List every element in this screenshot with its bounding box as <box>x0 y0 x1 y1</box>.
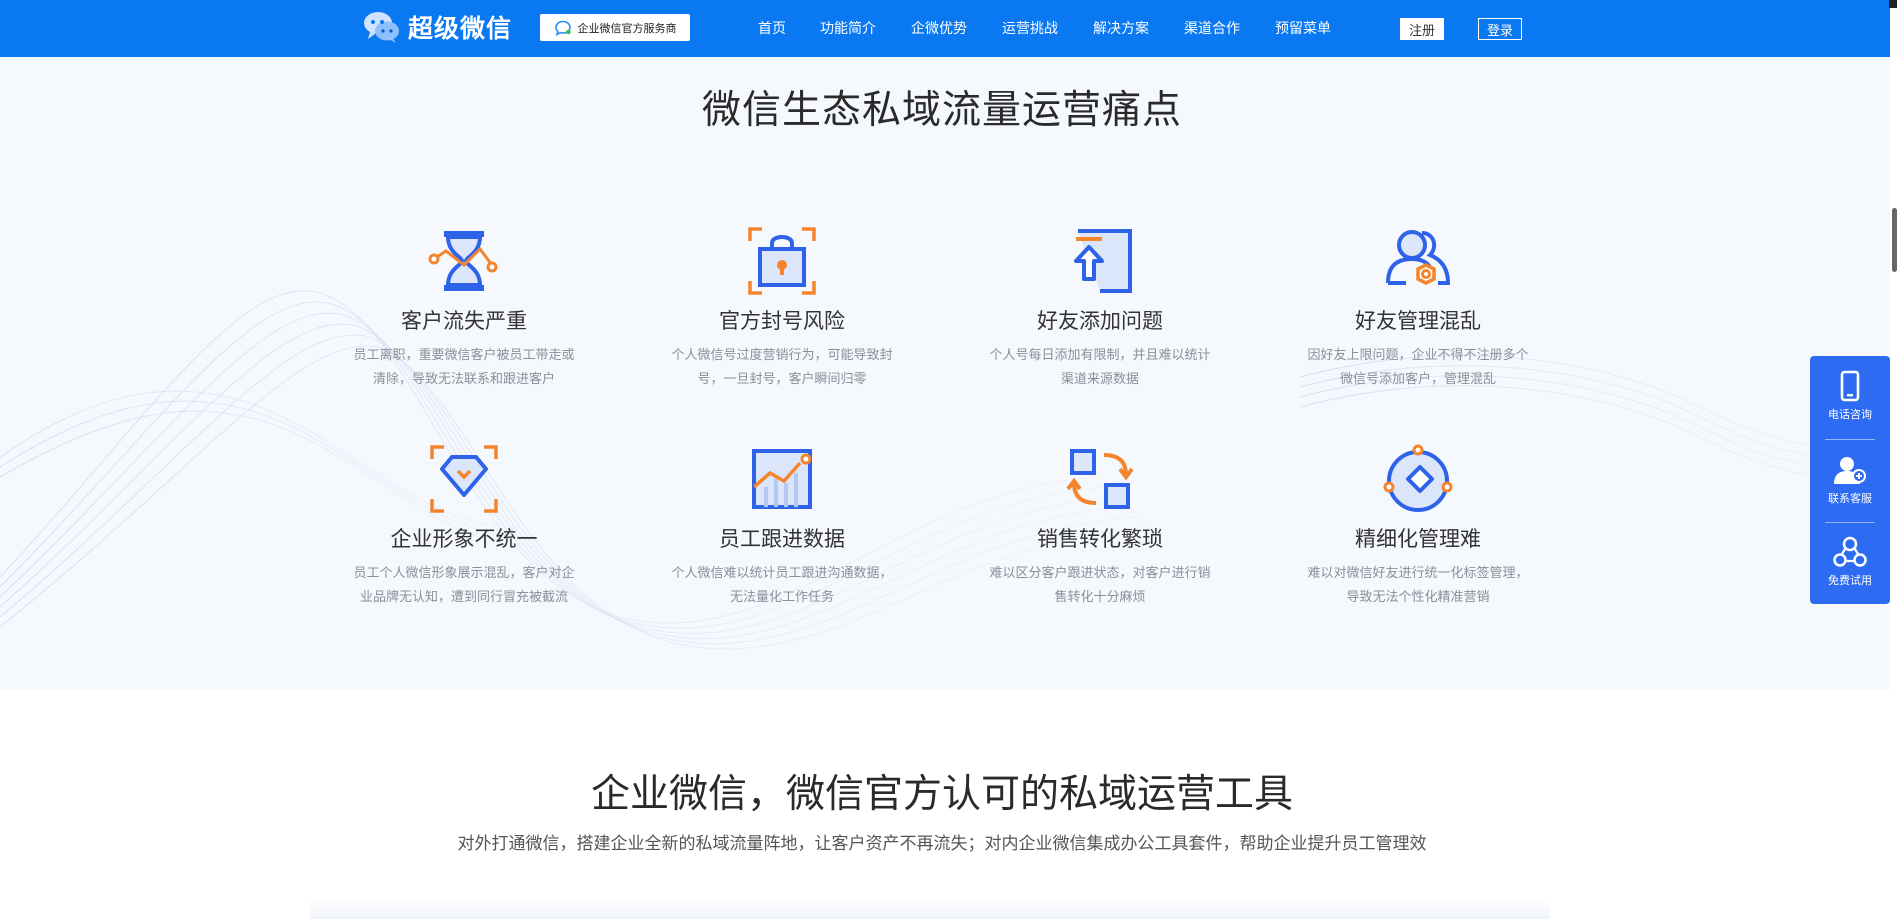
desc-line: 员工离职，重要微信客户被员工带走或 <box>353 348 575 363</box>
chart-icon <box>752 449 812 509</box>
group-icon <box>1833 536 1867 567</box>
pain-name: 精细化管理难 <box>1355 527 1481 551</box>
official-tool-title: 企业微信，微信官方认可的私域运营工具 <box>590 772 1293 817</box>
float-label: 免费试用 <box>1828 574 1872 587</box>
desc-line: 微信号添加客户，管理混乱 <box>1339 372 1496 387</box>
pain-card-add-friend: 好友添加问题 个人号每日添加有限制，并且难以统计 渠道来源数据 <box>970 225 1230 392</box>
official-tool-subtitle: 对外打通微信，搭建企业全新的私域流量阵地，让客户资产不再流失；对内企业微信集成办… <box>457 834 1427 854</box>
float-divider <box>1825 522 1875 523</box>
phone-icon <box>1840 370 1860 402</box>
nav-home[interactable]: 首页 <box>758 18 786 38</box>
convert-icon <box>1066 449 1134 509</box>
brand-logo[interactable]: 超级微信 <box>362 9 512 45</box>
register-button[interactable]: 注册 <box>1400 18 1444 40</box>
nav-features[interactable]: 功能简介 <box>820 18 876 38</box>
lock-icon <box>748 227 816 295</box>
scroll-corner <box>1889 0 1897 8</box>
contact-support-button[interactable]: 联系客服 <box>1810 454 1890 506</box>
content-fade <box>310 899 1550 919</box>
login-button[interactable]: 登录 <box>1478 18 1522 40</box>
float-label: 联系客服 <box>1828 492 1872 505</box>
pain-card-ban-risk: 官方封号风险 个人微信号过度营销行为，可能导致封 号，一旦封号，客户瞬间归零 <box>652 225 912 392</box>
desc-line: 售转化十分麻烦 <box>1054 590 1146 605</box>
float-label: 电话咨询 <box>1828 408 1872 421</box>
official-provider-badge: 企业微信官方服务商 <box>540 14 690 41</box>
pain-desc: 个人微信号过度营销行为，可能导致封 号，一旦封号，客户瞬间归零 <box>657 344 907 392</box>
free-trial-button[interactable]: 免费试用 <box>1810 536 1890 588</box>
phone-consult-button[interactable]: 电话咨询 <box>1810 370 1890 422</box>
pain-points-section: 微信生态私域流量运营痛点 客户流失严重 员工离职，重要微信客户被员工带走或 清除… <box>0 57 1890 689</box>
top-nav-bar: 超级微信 企业微信官方服务商 首页 功能简介 企微优势 运营挑战 解决方案 渠道… <box>0 0 1890 57</box>
side-float-panel: 电话咨询 联系客服 免费试用 <box>1810 356 1890 604</box>
nav-challenges[interactable]: 运营挑战 <box>1002 18 1058 38</box>
pain-name: 好友管理混乱 <box>1355 309 1481 333</box>
desc-line: 难以区分客户跟进状态，对客户进行销 <box>989 566 1211 581</box>
nav-solutions[interactable]: 解决方案 <box>1093 18 1149 38</box>
scrollbar-thumb[interactable] <box>1892 208 1897 272</box>
wave-background <box>0 290 1890 650</box>
desc-line: 业品牌无认知，遭到同行冒充被截流 <box>359 590 568 605</box>
nav-advantages[interactable]: 企微优势 <box>911 18 967 38</box>
pain-desc: 难以对微信好友进行统一化标签管理， 导致无法个性化精准营销 <box>1293 562 1543 610</box>
pain-desc: 因好友上限问题，企业不得不注册多个 微信号添加客户，管理混乱 <box>1293 344 1543 392</box>
add-upload-icon <box>1074 229 1132 293</box>
desc-line: 导致无法个性化精准营销 <box>1346 590 1490 605</box>
chat-bubble-icon <box>554 20 571 36</box>
pain-name: 客户流失严重 <box>401 309 527 333</box>
float-divider <box>1825 439 1875 440</box>
pain-card-sales-conversion: 销售转化繁琐 难以区分客户跟进状态，对客户进行销 售转化十分麻烦 <box>970 443 1230 610</box>
user-service-icon <box>1834 457 1866 484</box>
desc-line: 个人号每日添加有限制，并且难以统计 <box>989 348 1211 363</box>
pain-card-follow-up-data: 员工跟进数据 个人微信难以统计员工跟进沟通数据， 无法量化工作任务 <box>652 443 912 610</box>
desc-line: 个人微信号过度营销行为，可能导致封 <box>671 348 893 363</box>
pain-name: 企业形象不统一 <box>390 527 538 551</box>
pain-card-fine-management: 精细化管理难 难以对微信好友进行统一化标签管理， 导致无法个性化精准营销 <box>1288 443 1548 610</box>
brand-name: 超级微信 <box>408 14 513 43</box>
pain-desc: 个人号每日添加有限制，并且难以统计 渠道来源数据 <box>975 344 1225 392</box>
nav-reserved[interactable]: 预留菜单 <box>1275 18 1331 38</box>
pain-desc: 难以区分客户跟进状态，对客户进行销 售转化十分麻烦 <box>975 562 1225 610</box>
pain-points-title: 微信生态私域流量运营痛点 <box>701 88 1182 133</box>
pain-name: 官方封号风险 <box>719 309 845 333</box>
desc-line: 号，一旦封号，客户瞬间归零 <box>697 372 867 387</box>
desc-line: 无法量化工作任务 <box>729 590 834 605</box>
desc-line: 难以对微信好友进行统一化标签管理， <box>1307 566 1529 581</box>
diamond-icon <box>430 445 498 513</box>
pain-name: 销售转化繁琐 <box>1037 527 1163 551</box>
desc-line: 因好友上限问题，企业不得不注册多个 <box>1307 348 1529 363</box>
pain-desc: 个人微信难以统计员工跟进沟通数据， 无法量化工作任务 <box>657 562 907 610</box>
hourglass-icon <box>428 231 498 291</box>
users-gear-icon <box>1386 230 1451 285</box>
desc-line: 员工个人微信形象展示混乱，客户对企 <box>353 566 575 581</box>
pain-desc: 员工离职，重要微信客户被员工带走或 清除，导致无法联系和跟进客户 <box>339 344 589 392</box>
desc-line: 清除，导致无法联系和跟进客户 <box>372 372 555 387</box>
pain-card-friend-management: 好友管理混乱 因好友上限问题，企业不得不注册多个 微信号添加客户，管理混乱 <box>1288 225 1548 392</box>
desc-line: 个人微信难以统计员工跟进沟通数据， <box>671 566 893 581</box>
pain-name: 好友添加问题 <box>1037 309 1163 333</box>
desc-line: 渠道来源数据 <box>1060 372 1139 387</box>
pain-desc: 员工个人微信形象展示混乱，客户对企 业品牌无认知，遭到同行冒充被截流 <box>339 562 589 610</box>
pain-card-brand-image: 企业形象不统一 员工个人微信形象展示混乱，客户对企 业品牌无认知，遭到同行冒充被… <box>334 443 594 610</box>
tag-icon <box>1383 444 1453 512</box>
nav-channels[interactable]: 渠道合作 <box>1184 18 1240 38</box>
wechat-logo-icon <box>364 12 399 43</box>
pain-card-customer-loss: 客户流失严重 员工离职，重要微信客户被员工带走或 清除，导致无法联系和跟进客户 <box>334 225 594 392</box>
badge-label: 企业微信官方服务商 <box>577 21 677 35</box>
pain-name: 员工跟进数据 <box>719 527 845 551</box>
